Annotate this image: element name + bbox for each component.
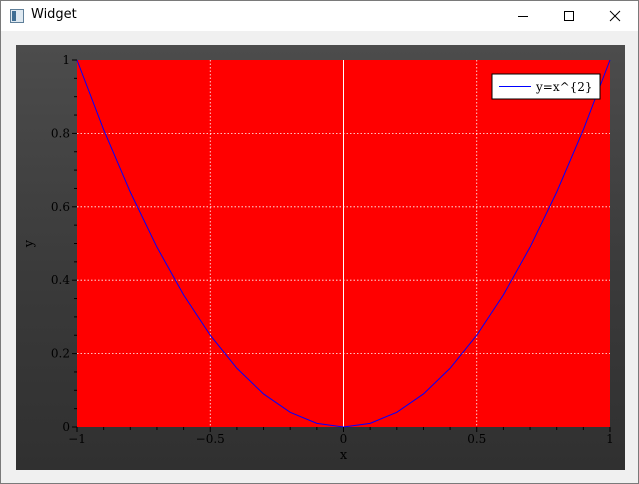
y-tick-label: 1 (62, 53, 70, 67)
x-tick-label: 1 (606, 432, 614, 446)
legend-label: y=x^{2} (535, 80, 593, 94)
y-tick-label: 0.8 (51, 126, 70, 140)
x-axis-label: x (340, 448, 348, 463)
title-bar[interactable]: Widget (1, 1, 638, 31)
x-tick-label: −0.5 (196, 432, 225, 446)
maximize-button[interactable] (546, 1, 592, 31)
minimize-button[interactable] (500, 1, 546, 31)
x-tick-label: 0 (340, 432, 348, 446)
widget-window: Widget −1 −0.5 0 0.5 1 0 0.2 0.4 0.6 0.8 1 x (0, 0, 639, 484)
widget-app-icon (10, 9, 24, 23)
x-tick-label: −1 (68, 432, 86, 446)
y-tick-label: 0 (62, 420, 70, 434)
y-tick-label: 0.4 (51, 273, 70, 287)
y-axis-label: y (22, 239, 37, 248)
y-tick-label: 0.2 (51, 347, 70, 361)
chart-widget[interactable]: −1 −0.5 0 0.5 1 0 0.2 0.4 0.6 0.8 1 x y y=x^{2} (16, 45, 625, 470)
legend: y=x^{2} (491, 73, 601, 100)
close-button[interactable] (592, 1, 638, 31)
window-title: Widget (31, 7, 77, 22)
bottom-strip (1, 470, 638, 483)
y-tick-label: 0.6 (51, 200, 70, 214)
minimize-icon (518, 16, 528, 17)
close-icon (609, 10, 621, 22)
x-tick-label: 0.5 (467, 432, 486, 446)
maximize-icon (564, 11, 574, 21)
chart-svg: −1 −0.5 0 0.5 1 0 0.2 0.4 0.6 0.8 1 x y y=x^{2} (22, 53, 614, 463)
